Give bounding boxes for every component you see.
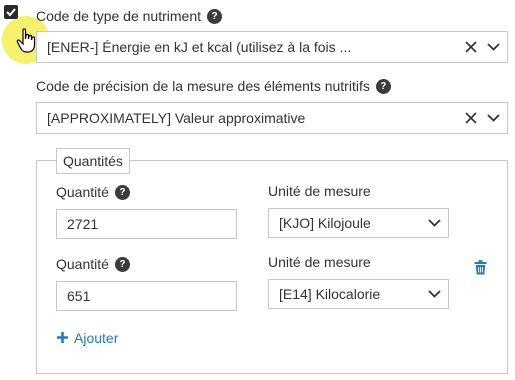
trash-icon[interactable] [474,260,487,280]
nutrient-type-value: [ENER-] Énergie en kJ et kcal (utilisez … [47,39,352,55]
plus-icon [57,332,68,343]
unit-label: Unité de mesure [268,183,371,199]
quantity-input[interactable]: 2721 [56,209,237,239]
clear-icon[interactable] [461,103,481,133]
unit-value: [KJO] Kilojoule [279,215,371,231]
hand-cursor-icon [16,28,38,59]
checkmark-icon [6,8,16,17]
unit-select[interactable]: [E14] Kilocalorie [268,279,449,309]
chevron-down-icon[interactable] [424,209,444,237]
add-quantity-button[interactable]: Ajouter [56,330,118,346]
help-icon[interactable]: ? [114,185,130,200]
precision-value: [APPROXIMATELY] Valeur approximative [47,110,306,126]
unit-label: Unité de mesure [268,254,371,270]
help-icon[interactable]: ? [375,79,391,94]
clear-icon[interactable] [461,32,481,62]
chevron-down-icon[interactable] [483,32,503,62]
unit-value: [E14] Kilocalorie [279,286,381,302]
quantity-input[interactable]: 651 [56,281,237,311]
quantity-label: Quantité? [56,256,130,272]
unit-select[interactable]: [KJO] Kilojoule [268,208,449,238]
help-icon[interactable]: ? [207,9,222,24]
precision-select[interactable]: [APPROXIMATELY] Valeur approximative [36,102,508,134]
quantities-legend: Quantités [56,148,130,174]
chevron-down-icon[interactable] [424,280,444,308]
nutrient-type-select[interactable]: [ENER-] Énergie en kJ et kcal (utilisez … [36,31,508,63]
nutrient-type-checkbox[interactable] [4,5,18,19]
precision-label: Code de précision de la mesure des éléme… [36,78,391,94]
help-icon[interactable]: ? [114,257,130,272]
quantity-label: Quantité? [56,184,130,200]
nutrient-type-label: Code de type de nutriment? [36,8,222,24]
chevron-down-icon[interactable] [483,103,503,133]
